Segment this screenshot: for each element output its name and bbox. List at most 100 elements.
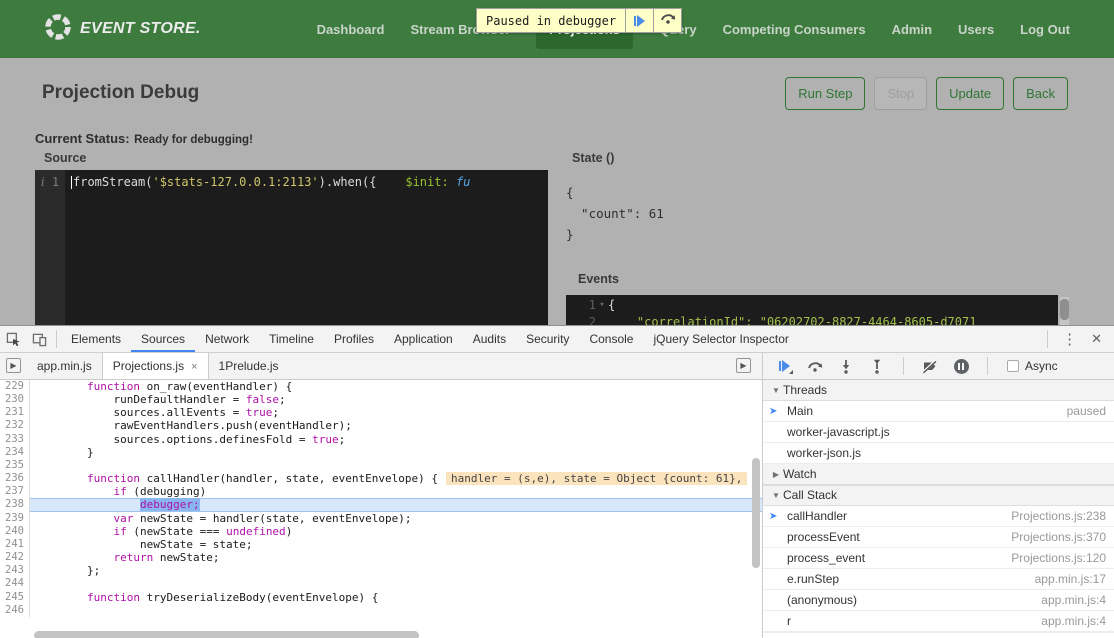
stack-frame-processevent[interactable]: processEventProjections.js:370 (763, 527, 1114, 548)
thread-item-worker-javascript-js[interactable]: worker-javascript.js (763, 422, 1114, 443)
stack-frame-callhandler[interactable]: ➤callHandlerProjections.js:238 (763, 506, 1114, 527)
run-step-button[interactable]: Run Step (785, 77, 865, 110)
code-text[interactable]: return newState; (30, 551, 762, 564)
text-caret (71, 176, 72, 189)
devtools-tab-security[interactable]: Security (516, 326, 579, 352)
nav-item-admin[interactable]: Admin (892, 22, 932, 37)
devtools-tab-timeline[interactable]: Timeline (259, 326, 324, 352)
devtools-tab-profiles[interactable]: Profiles (324, 326, 384, 352)
line-number[interactable]: 242 (0, 551, 30, 564)
devtools-tab-console[interactable]: Console (579, 326, 643, 352)
code-text[interactable]: function tryDeserializeBody(eventEnvelop… (30, 591, 762, 604)
line-number[interactable]: 236 (0, 472, 30, 485)
stack-frame-e-runstep[interactable]: e.runStepapp.min.js:17 (763, 569, 1114, 590)
code-text[interactable]: function on_raw(eventHandler) { (30, 380, 762, 393)
code-token: ; (339, 433, 346, 446)
code-text[interactable]: rawEventHandlers.push(eventHandler); (30, 419, 762, 432)
code-line: 231 sources.allEvents = true; (0, 406, 762, 419)
line-number[interactable]: 234 (0, 446, 30, 459)
devtools-close-icon[interactable]: ✕ (1087, 331, 1114, 347)
stack-frame-anonymous[interactable]: (anonymous)app.min.js:4 (763, 590, 1114, 611)
step-into-button[interactable] (837, 358, 855, 374)
resume-script-button[interactable] (775, 358, 793, 374)
line-number[interactable]: 245 (0, 591, 30, 604)
code-text[interactable]: newState = state; (30, 538, 762, 551)
code-token: function (87, 591, 140, 604)
code-editor[interactable]: 229 function on_raw(eventHandler) {230 r… (0, 380, 762, 617)
code-text[interactable] (30, 604, 762, 617)
line-number[interactable]: 232 (0, 419, 30, 432)
call-stack-section-header[interactable]: ▼ Call Stack (763, 485, 1114, 506)
line-number[interactable]: 238 (0, 498, 30, 511)
watch-section-header[interactable]: ▶ Watch (763, 464, 1114, 485)
update-button[interactable]: Update (936, 77, 1004, 110)
nav-item-log-out[interactable]: Log Out (1020, 22, 1070, 37)
code-text[interactable]: }; (30, 564, 762, 577)
file-tab-projections-js[interactable]: Projections.js× (102, 353, 209, 379)
stack-frame-r[interactable]: rapp.min.js:4 (763, 611, 1114, 632)
vertical-scrollbar-thumb[interactable] (752, 458, 760, 568)
devtools-menu-icon[interactable]: ⋮ (1052, 330, 1087, 348)
event-store-logo[interactable]: EVENT STORE. (44, 13, 201, 46)
file-tab-app-min-js[interactable]: app.min.js (27, 353, 102, 379)
line-number[interactable]: 241 (0, 538, 30, 551)
thread-label: worker-javascript.js (787, 422, 890, 442)
code-text[interactable]: } (30, 446, 762, 459)
device-toolbar-icon[interactable] (26, 326, 52, 352)
code-text[interactable] (30, 577, 762, 590)
devtools-tab-jquery-selector-inspector[interactable]: jQuery Selector Inspector (643, 326, 798, 352)
devtools-tab-sources[interactable]: Sources (131, 326, 195, 352)
events-editor[interactable]: 1▾{2 "correlationId": "06202702-8827-446… (566, 295, 1058, 325)
show-navigator-icon[interactable]: ▶ (6, 358, 21, 373)
line-number[interactable]: 230 (0, 393, 30, 406)
stack-frame-process-event[interactable]: process_eventProjections.js:120 (763, 548, 1114, 569)
async-checkbox[interactable] (1007, 360, 1019, 372)
line-number[interactable]: 233 (0, 433, 30, 446)
code-text[interactable]: if (debugging) (30, 485, 762, 498)
code-text[interactable]: if (newState === undefined) (30, 525, 762, 538)
toggle-sidebar-icon[interactable]: ▶ (736, 358, 751, 373)
resume-script-button[interactable] (625, 9, 653, 32)
code-token: runDefaultHandler = (34, 393, 246, 406)
horizontal-scrollbar-thumb[interactable] (34, 631, 419, 638)
nav-item-dashboard[interactable]: Dashboard (317, 22, 385, 37)
deactivate-breakpoints-button[interactable] (921, 358, 939, 374)
code-text[interactable]: function callHandler(handler, state, eve… (30, 472, 762, 485)
devtools-tab-application[interactable]: Application (384, 326, 463, 352)
devtools-tab-network[interactable]: Network (195, 326, 259, 352)
devtools-tab-audits[interactable]: Audits (463, 326, 516, 352)
line-number[interactable]: 229 (0, 380, 30, 393)
code-text[interactable]: sources.options.definesFold = true; (30, 433, 762, 446)
thread-item-worker-json-js[interactable]: worker-json.js (763, 443, 1114, 464)
line-number[interactable]: 243 (0, 564, 30, 577)
step-over-button[interactable] (653, 9, 681, 32)
source-editor[interactable]: i 1 fromStream('$stats-127.0.0.1:2113').… (35, 170, 548, 325)
line-number[interactable]: 237 (0, 485, 30, 498)
close-tab-icon[interactable]: × (191, 361, 197, 373)
pause-on-exceptions-button[interactable] (952, 358, 970, 374)
threads-section-header[interactable]: ▼ Threads (763, 380, 1114, 401)
line-number[interactable]: 231 (0, 406, 30, 419)
file-tabs: app.min.jsProjections.js×1Prelude.js (27, 353, 289, 379)
code-text[interactable]: debugger; (30, 498, 762, 511)
inspect-element-icon[interactable] (0, 326, 26, 352)
nav-item-users[interactable]: Users (958, 22, 994, 37)
line-number[interactable]: 240 (0, 525, 30, 538)
line-number[interactable]: 235 (0, 459, 30, 472)
fold-arrow-icon[interactable]: ▾ (596, 297, 608, 314)
code-text[interactable]: var newState = handler(state, eventEnvel… (30, 512, 762, 525)
nav-item-competing-consumers[interactable]: Competing Consumers (723, 22, 866, 37)
line-number[interactable]: 244 (0, 577, 30, 590)
line-number[interactable]: 239 (0, 512, 30, 525)
events-scrollbar-thumb[interactable] (1060, 299, 1069, 320)
code-text[interactable]: runDefaultHandler = false; (30, 393, 762, 406)
file-tab-1prelude-js[interactable]: 1Prelude.js (209, 353, 289, 379)
code-text[interactable]: sources.allEvents = true; (30, 406, 762, 419)
code-text[interactable] (30, 459, 762, 472)
step-over-button[interactable] (806, 358, 824, 374)
step-out-button[interactable] (868, 358, 886, 374)
thread-item-main[interactable]: ➤Mainpaused (763, 401, 1114, 422)
back-button[interactable]: Back (1013, 77, 1068, 110)
devtools-tab-elements[interactable]: Elements (61, 326, 131, 352)
line-number[interactable]: 246 (0, 604, 30, 617)
